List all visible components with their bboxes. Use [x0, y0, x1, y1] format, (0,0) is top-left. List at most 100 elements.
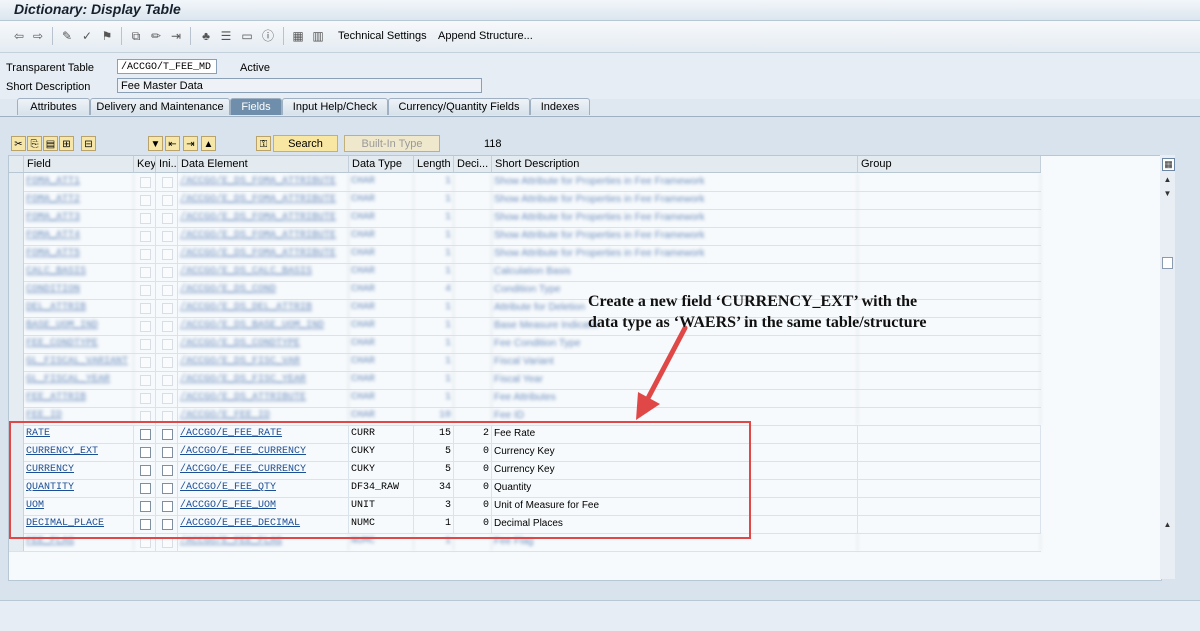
initial-values-checkbox[interactable] [162, 213, 173, 224]
key-checkbox[interactable] [140, 321, 151, 332]
data-element-cell[interactable]: /ACCGO/E_FEE_RATE [178, 425, 349, 443]
scroll-down-icon[interactable]: ▼ [1162, 189, 1173, 199]
last-page-icon[interactable]: ⇥ [183, 136, 198, 151]
initial-values-checkbox[interactable] [162, 339, 173, 350]
field-name-cell[interactable]: UOM [24, 497, 134, 515]
tab-input-help-check[interactable]: Input Help/Check [282, 98, 388, 115]
initial-values-checkbox[interactable] [162, 393, 173, 404]
copy-icon[interactable]: ⎘ [27, 136, 42, 151]
table-row[interactable]: CALC_BASIS/ACCGO/E_DS_CALC_BASIS CHAR 1 Cal… [9, 263, 1041, 282]
table-row[interactable]: QUANTITY/ACCGO/E_FEE_QTY DF34_RAW 34 0 Quant… [9, 479, 1041, 498]
check-icon[interactable]: ✓ [80, 29, 94, 43]
scroll-up-bottom-icon[interactable]: ▲ [1162, 520, 1173, 530]
initial-values-checkbox[interactable] [162, 357, 173, 368]
key-checkbox[interactable] [140, 483, 151, 494]
append-structure-button[interactable]: Append Structure... [438, 30, 533, 42]
key-checkbox[interactable] [140, 339, 151, 350]
data-element-cell[interactable]: /ACCGO/E_DS_CONDTYPE [178, 335, 349, 353]
row-selector[interactable] [9, 353, 24, 371]
grid-icon[interactable]: ▥ [311, 29, 325, 43]
data-element-cell[interactable]: /ACCGO/E_DS_FISC_VAR [178, 353, 349, 371]
technical-settings-button[interactable]: Technical Settings [338, 30, 427, 42]
info-icon[interactable]: ⓘ [261, 29, 275, 43]
field-name-cell[interactable]: FOMA_ATT1 [24, 173, 134, 191]
row-selector[interactable] [9, 515, 24, 533]
field-name-cell[interactable]: CURRENCY [24, 461, 134, 479]
initial-values-checkbox[interactable] [162, 177, 173, 188]
initial-values-checkbox[interactable] [162, 249, 173, 260]
key-checkbox[interactable] [140, 357, 151, 368]
table-row[interactable]: UOM/ACCGO/E_FEE_UOM UNIT 3 0 Unit of Measure… [9, 497, 1041, 516]
field-name-cell[interactable]: FEE_ATTRIB [24, 389, 134, 407]
key-checkbox[interactable] [140, 501, 151, 512]
column-layout-icon[interactable]: ▦ [1162, 158, 1175, 171]
field-name-cell[interactable]: CALC_BASIS [24, 263, 134, 281]
tab-fields[interactable]: Fields [230, 98, 282, 115]
table-row[interactable]: FEE_FLAG/ACCGO/E_FEE_FLAG NUMC 1 Fee Flag [9, 533, 1041, 552]
window-icon[interactable]: ▭ [240, 29, 254, 43]
data-element-cell[interactable]: /ACCGO/E_DS_ATTRIBUTE [178, 389, 349, 407]
data-element-cell[interactable]: /ACCGO/E_DS_DEL_ATTRIB [178, 299, 349, 317]
first-page-icon[interactable]: ⇤ [165, 136, 180, 151]
row-selector[interactable] [9, 227, 24, 245]
activate-icon[interactable]: ⚑ [100, 29, 114, 43]
initial-values-checkbox[interactable] [162, 411, 173, 422]
paste-icon[interactable]: ▤ [43, 136, 58, 151]
row-selector[interactable] [9, 371, 24, 389]
field-name-cell[interactable]: QUANTITY [24, 479, 134, 497]
table-row[interactable]: FOMA_ATT1/ACCGO/E_DS_FOMA_ATTRIBUTE CHAR 1… [9, 173, 1041, 192]
row-selector[interactable] [9, 263, 24, 281]
tab-indexes[interactable]: Indexes [530, 98, 590, 115]
field-name-cell[interactable]: CURRENCY_EXT [24, 443, 134, 461]
row-selector[interactable] [9, 209, 24, 227]
row-selector[interactable] [9, 245, 24, 263]
row-selector[interactable] [9, 335, 24, 353]
table-row[interactable]: GL_FISCAL_VARIANT/ACCGO/E_DS_FISC_VAR CHA… [9, 353, 1041, 372]
table-row[interactable]: RATE/ACCGO/E_FEE_RATE CURR 15 2 Fee Rate [9, 425, 1041, 444]
key-checkbox[interactable] [140, 429, 151, 440]
row-selector[interactable] [9, 497, 24, 515]
key-checkbox[interactable] [140, 447, 151, 458]
field-name-cell[interactable]: FOMA_ATT2 [24, 191, 134, 209]
key-checkbox[interactable] [140, 213, 151, 224]
initial-values-checkbox[interactable] [162, 231, 173, 242]
row-selector[interactable] [9, 479, 24, 497]
key-checkbox[interactable] [140, 267, 151, 278]
data-element-cell[interactable]: /ACCGO/E_DS_FOMA_ATTRIBUTE [178, 209, 349, 227]
sort-down-icon[interactable]: ▼ [148, 136, 163, 151]
field-name-cell[interactable]: RATE [24, 425, 134, 443]
column-header-initial[interactable]: Ini... [156, 156, 178, 172]
row-selector[interactable] [9, 407, 24, 425]
column-header-field[interactable]: Field [24, 156, 134, 172]
initial-values-checkbox[interactable] [162, 267, 173, 278]
initial-values-checkbox[interactable] [162, 321, 173, 332]
initial-values-checkbox[interactable] [162, 501, 173, 512]
data-element-cell[interactable]: /ACCGO/E_FEE_DECIMAL [178, 515, 349, 533]
key-checkbox[interactable] [140, 519, 151, 530]
key-checkbox[interactable] [140, 285, 151, 296]
key-checkbox[interactable] [140, 249, 151, 260]
field-name-cell[interactable]: DECIMAL_PLACE [24, 515, 134, 533]
structure-icon[interactable]: ▦ [291, 29, 305, 43]
data-element-cell[interactable]: /ACCGO/E_DS_CALC_BASIS [178, 263, 349, 281]
table-name-field[interactable]: /ACCGO/T_FEE_MD [117, 59, 217, 74]
data-element-cell[interactable]: /ACCGO/E_FEE_CURRENCY [178, 461, 349, 479]
row-selector[interactable] [9, 281, 24, 299]
row-selector[interactable] [9, 443, 24, 461]
field-name-cell[interactable]: FOMA_ATT4 [24, 227, 134, 245]
table-row[interactable]: FOMA_ATT5/ACCGO/E_DS_FOMA_ATTRIBUTE CHAR 1… [9, 245, 1041, 264]
key-checkbox[interactable] [140, 195, 151, 206]
key-checkbox[interactable] [140, 375, 151, 386]
column-header-data-element[interactable]: Data Element [178, 156, 349, 172]
initial-values-checkbox[interactable] [162, 519, 173, 530]
hierarchy-icon[interactable]: ♣ [199, 29, 213, 43]
forward-arrow-icon[interactable]: ⇨ [31, 29, 45, 43]
column-header-decimals[interactable]: Deci... [454, 156, 492, 172]
data-element-cell[interactable]: /ACCGO/E_DS_COND [178, 281, 349, 299]
initial-values-checkbox[interactable] [162, 429, 173, 440]
column-header-short-description[interactable]: Short Description [492, 156, 858, 172]
display-change-icon[interactable]: ✎ [60, 29, 74, 43]
row-selector[interactable] [9, 425, 24, 443]
data-element-cell[interactable]: /ACCGO/E_FEE_UOM [178, 497, 349, 515]
tab-currency-quantity-fields[interactable]: Currency/Quantity Fields [388, 98, 530, 115]
